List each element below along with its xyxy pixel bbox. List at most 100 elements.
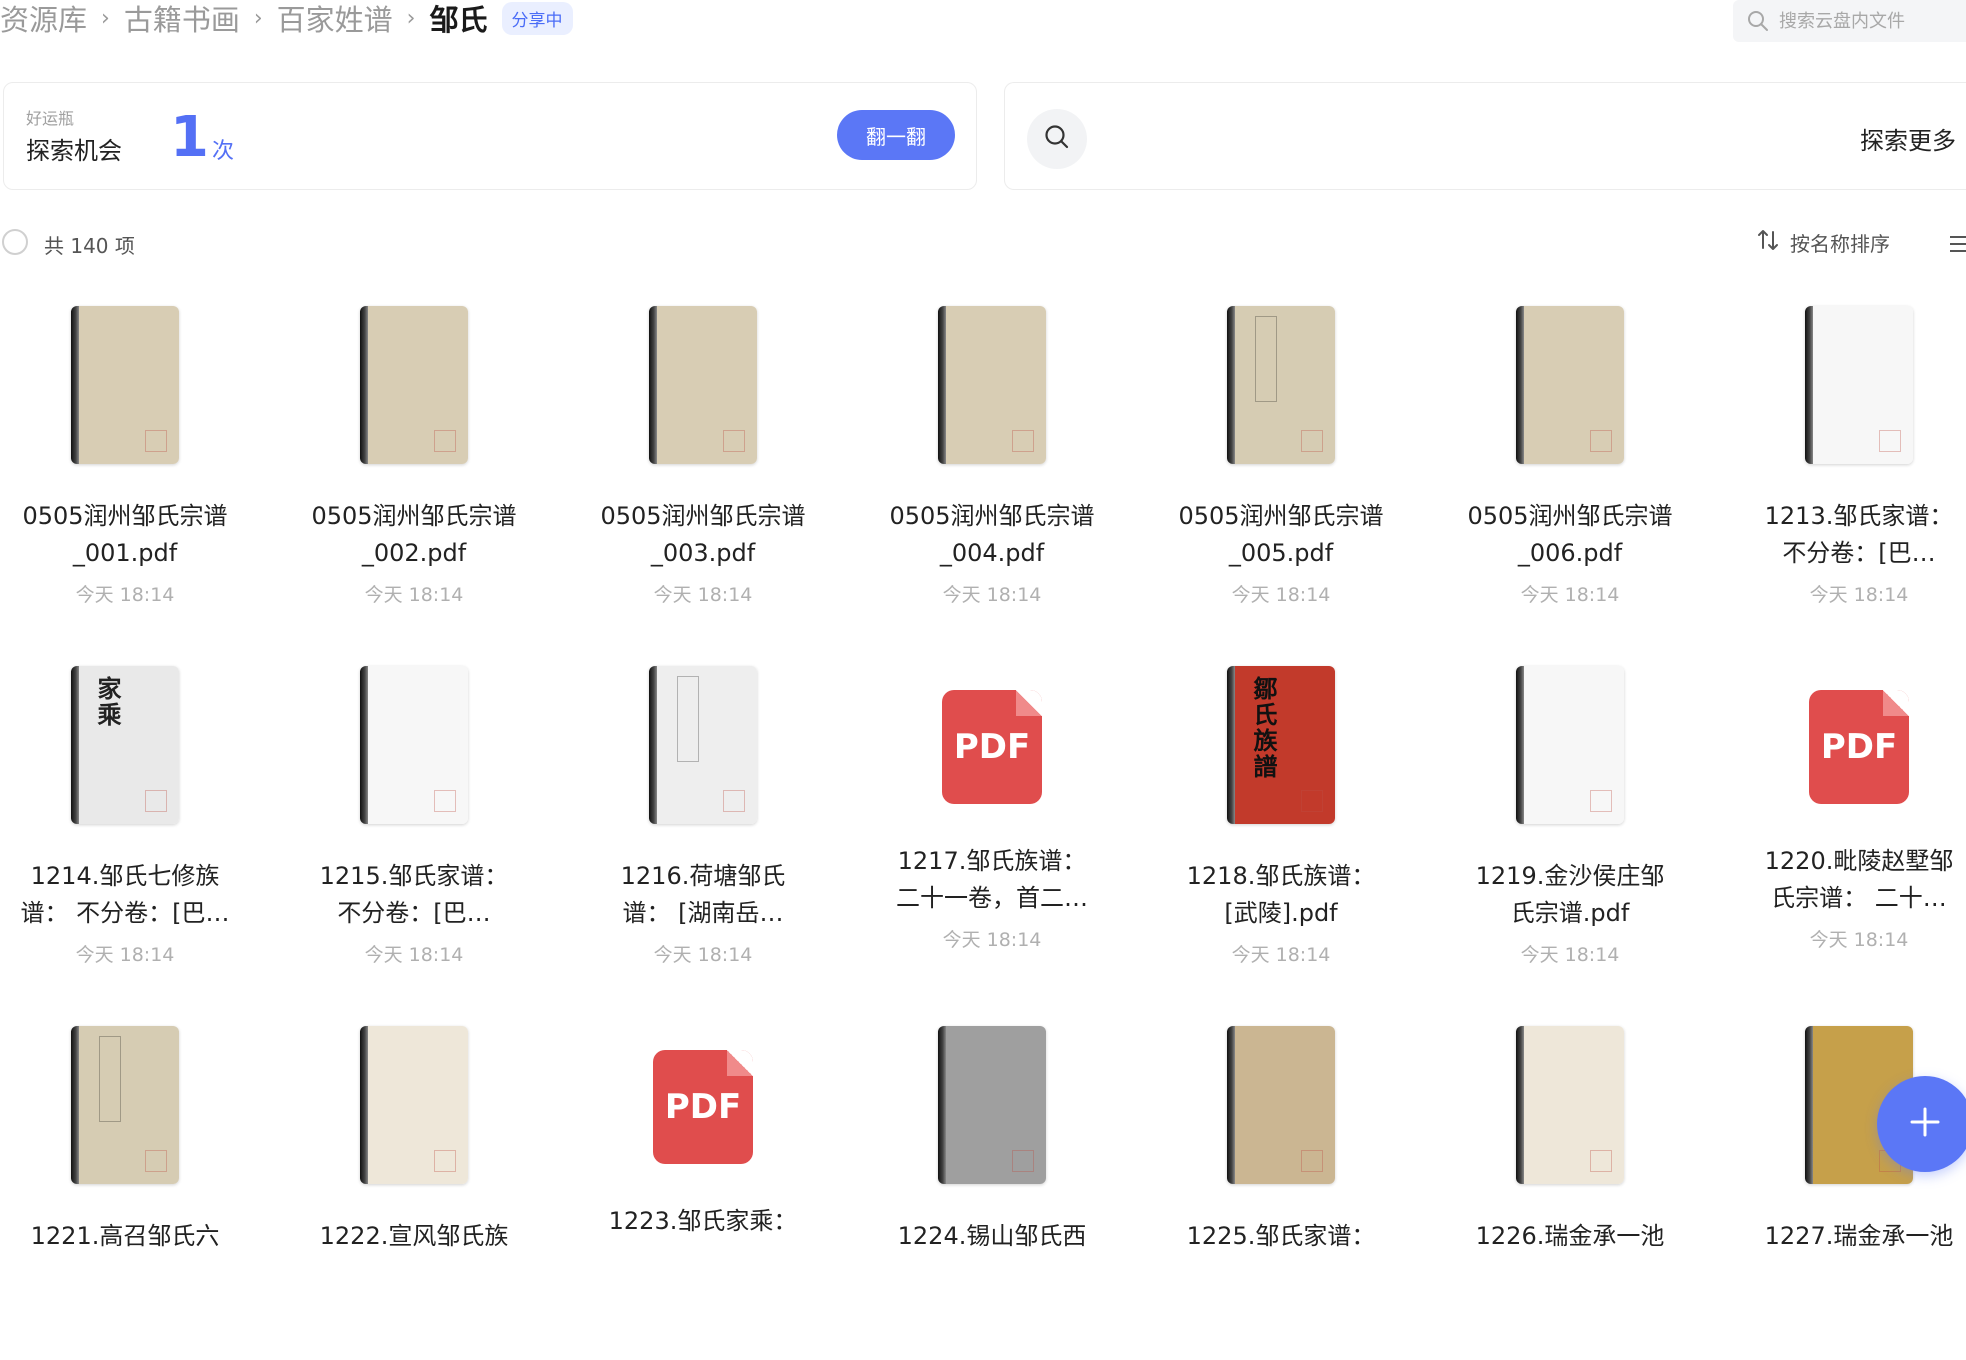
book-cover-thumbnail [360,1026,468,1184]
flip-button[interactable]: 翻一翻 [837,110,955,160]
book-spine [1227,306,1235,464]
book-spine [1227,1026,1235,1184]
file-date: 今天 18:14 [942,584,1042,606]
file-item[interactable]: 0505润州邹氏宗谱_006.pdf 今天 18:14 [1445,300,1695,640]
file-thumbnail [1156,300,1406,470]
file-name: 1220.毗陵赵墅邹氏宗谱： 二十… [1764,847,1954,912]
file-item[interactable]: PDF 1217.邹氏族谱：二十一卷，首二… 今天 18:14 [867,660,1117,1000]
file-item[interactable]: 1226.瑞金承一池 [1445,1020,1695,1360]
file-item[interactable]: 0505润州邹氏宗谱_003.pdf 今天 18:14 [578,300,828,640]
book-spine [649,666,657,824]
cover-seal [145,790,167,812]
file-item[interactable]: PDF 1223.邹氏家乘： [578,1020,828,1360]
file-item[interactable]: 1221.高召邹氏六 [0,1020,250,1360]
cover-seal [434,430,456,452]
sharing-badge[interactable]: 分享中 [501,1,573,35]
file-thumbnail [578,300,828,470]
search-icon [1747,10,1769,32]
file-item[interactable]: 1224.锡山邹氏西 [867,1020,1117,1360]
explore-search-button[interactable] [1027,109,1087,169]
file-date: 今天 18:14 [1231,944,1331,966]
book-spine [1516,306,1524,464]
file-item[interactable]: 1225.邹氏家谱： [1156,1020,1406,1360]
file-date: 今天 18:14 [364,944,464,966]
file-thumbnail [289,300,539,470]
file-item[interactable]: 家乘 1214.邹氏七修族谱： 不分卷：[巴… 今天 18:14 [0,660,250,1000]
chevron-right-icon: › [253,5,263,31]
file-date: 今天 18:14 [1809,584,1909,606]
file-item[interactable]: 1215.邹氏家谱：不分卷：[巴… 今天 18:14 [289,660,539,1000]
cover-seal [1590,430,1612,452]
book-spine [649,306,657,464]
book-spine [1805,1026,1813,1184]
file-toolbar: 共 140 项 按名称排序 [0,226,1966,262]
book-spine [1805,306,1813,464]
file-thumbnail [0,1020,250,1190]
file-thumbnail [289,1020,539,1190]
search-input[interactable] [1777,9,1941,33]
file-item[interactable]: PDF 1220.毗陵赵墅邹氏宗谱： 二十… 今天 18:14 [1734,660,1966,1000]
file-name: 1213.邹氏家谱：不分卷：[巴… [1764,502,1954,567]
file-name: 1216.荷塘邹氏谱： [湖南岳… [620,862,786,927]
book-cover-thumbnail [938,1026,1046,1184]
select-all-checkbox[interactable] [2,229,28,255]
file-item[interactable]: 0505润州邹氏宗谱_005.pdf 今天 18:14 [1156,300,1406,640]
file-name: 1227.瑞金承一池 [1764,1222,1954,1250]
file-name: 1215.邹氏家谱：不分卷：[巴… [319,862,509,927]
file-item[interactable]: 0505润州邹氏宗谱_002.pdf 今天 18:14 [289,300,539,640]
add-button[interactable] [1877,1076,1966,1172]
file-item[interactable]: 1227.瑞金承一池 [1734,1020,1966,1360]
list-view-icon[interactable] [1950,234,1966,258]
breadcrumb-item-ancient-books[interactable]: 古籍书画 [124,0,240,39]
header: 资源库 › 古籍书画 › 百家姓谱 › 邹氏 分享中 [0,0,1966,42]
book-cover-thumbnail [360,666,468,824]
pdf-file-icon: PDF [942,690,1042,804]
book-spine [1516,1026,1524,1184]
file-thumbnail [1445,1020,1695,1190]
file-name: 0505润州邹氏宗谱_006.pdf [1467,502,1673,567]
book-spine [360,306,368,464]
file-name: 0505润州邹氏宗谱_004.pdf [889,502,1095,567]
file-item[interactable]: 1219.金沙侯庄邹氏宗谱.pdf 今天 18:14 [1445,660,1695,1000]
cover-seal [145,1150,167,1172]
file-item[interactable]: 0505润州邹氏宗谱_001.pdf 今天 18:14 [0,300,250,640]
explore-more-link[interactable]: 探索更多 [1860,121,1956,156]
breadcrumb-current: 邹氏 [429,3,488,37]
search-box[interactable] [1733,0,1966,42]
book-cover-thumbnail: 家乘 [71,666,179,824]
cover-seal [1301,790,1323,812]
file-item[interactable]: 鄒氏族譜 1218.邹氏族谱：[武陵].pdf 今天 18:14 [1156,660,1406,1000]
file-name: 1226.瑞金承一池 [1475,1222,1665,1250]
file-item[interactable]: 1213.邹氏家谱：不分卷：[巴… 今天 18:14 [1734,300,1966,640]
cover-title: 家乘 [93,676,122,728]
book-cover-thumbnail [360,306,468,464]
book-spine [71,1026,79,1184]
file-name: 1214.邹氏七修族谱： 不分卷：[巴… [20,862,230,927]
file-thumbnail: 家乘 [0,660,250,830]
search-icon [1043,123,1071,155]
file-thumbnail [0,300,250,470]
cover-label-strip [1255,316,1277,402]
book-cover-thumbnail [1805,306,1913,464]
book-cover-thumbnail [938,306,1046,464]
file-date: 今天 18:14 [1231,584,1331,606]
book-spine [71,666,79,824]
file-thumbnail [1445,660,1695,830]
breadcrumb-item-resource-library[interactable]: 资源库 [0,0,87,39]
book-spine [938,306,946,464]
cover-seal [1590,1150,1612,1172]
file-name: 1223.邹氏家乘： [608,1207,798,1235]
file-item[interactable]: 0505润州邹氏宗谱_004.pdf 今天 18:14 [867,300,1117,640]
file-thumbnail [1734,300,1966,470]
chance-count: 1 [170,105,209,170]
sort-by-name-button[interactable]: 按名称排序 [1756,228,1890,257]
cover-label-strip [677,676,699,762]
cover-seal [723,790,745,812]
file-name: 1217.邹氏族谱：二十一卷，首二… [896,847,1088,912]
file-item[interactable]: 1222.宣风邹氏族 [289,1020,539,1360]
cover-seal [1879,430,1901,452]
file-item[interactable]: 1216.荷塘邹氏谱： [湖南岳… 今天 18:14 [578,660,828,1000]
lucky-bottle-label: 好运瓶 [26,109,75,128]
chevron-right-icon: › [406,5,416,31]
breadcrumb-item-surnames[interactable]: 百家姓谱 [277,0,393,39]
